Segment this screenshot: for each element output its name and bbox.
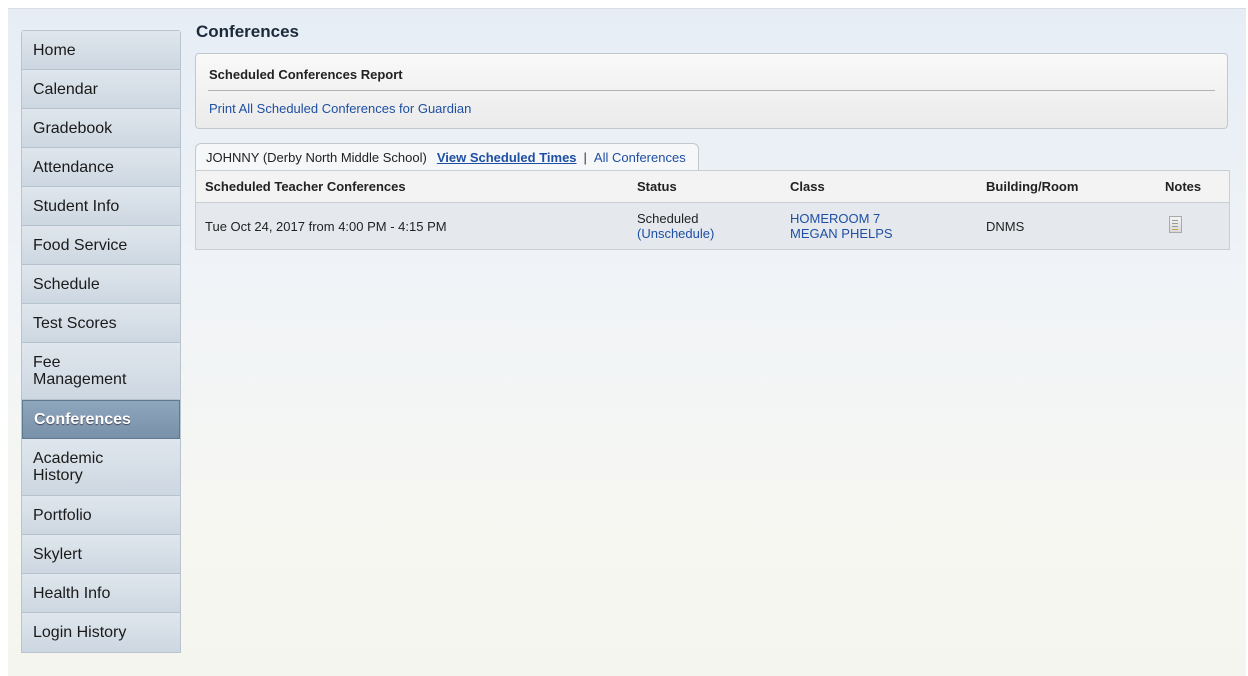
teacher-link[interactable]: MEGAN PHELPS bbox=[790, 226, 893, 241]
sidebar-item-student-info[interactable]: Student Info bbox=[22, 187, 180, 226]
sidebar-item-label: Schedule bbox=[33, 275, 100, 293]
column-header-class: Class bbox=[781, 170, 977, 203]
sidebar-item-label: Login History bbox=[33, 624, 127, 641]
student-tab-strip: JOHNNY (Derby North Middle School) View … bbox=[195, 143, 699, 171]
page-title: Conferences bbox=[196, 22, 299, 41]
report-divider bbox=[208, 90, 1215, 91]
conference-time: Tue Oct 24, 2017 from 4:00 PM - 4:15 PM bbox=[195, 202, 628, 250]
conference-status-cell: Scheduled (Unschedule) bbox=[628, 202, 781, 250]
student-name: JOHNNY (Derby North Middle School) bbox=[206, 150, 427, 165]
conference-class-cell: HOMEROOM 7 MEGAN PHELPS bbox=[781, 202, 977, 250]
sidebar-item-portfolio[interactable]: Portfolio bbox=[22, 496, 180, 535]
column-header-status: Status bbox=[628, 170, 781, 203]
conferences-table: Scheduled Teacher Conferences Status Cla… bbox=[195, 170, 1230, 250]
tab-separator: | bbox=[583, 150, 587, 165]
sidebar-item-home[interactable]: Home bbox=[22, 31, 180, 70]
sidebar-item-login-history[interactable]: Login History bbox=[22, 613, 180, 652]
tab-view-scheduled-times[interactable]: View Scheduled Times bbox=[437, 150, 577, 165]
sidebar-item-label: Health Info bbox=[33, 584, 111, 602]
sidebar-item-skylert[interactable]: Skylert bbox=[22, 535, 180, 574]
sidebar-item-calendar[interactable]: Calendar bbox=[22, 70, 180, 109]
sidebar-item-label: Gradebook bbox=[33, 119, 113, 137]
sidebar-item-academic-history[interactable]: Academic History bbox=[22, 439, 180, 496]
sidebar-nav: Home Calendar Gradebook Attendance Stude… bbox=[21, 30, 181, 653]
sidebar-item-fee-management[interactable]: Fee Management bbox=[22, 343, 180, 400]
table-header-row: Scheduled Teacher Conferences Status Cla… bbox=[195, 170, 1230, 203]
sidebar-item-label: Skylert bbox=[33, 545, 82, 563]
sidebar-item-health-info[interactable]: Health Info bbox=[22, 574, 180, 613]
tab-all-conferences[interactable]: All Conferences bbox=[594, 150, 686, 165]
notes-icon[interactable] bbox=[1169, 216, 1182, 233]
sidebar-item-label: Test Scores bbox=[33, 314, 117, 332]
sidebar-item-label: Attendance bbox=[33, 158, 114, 176]
sidebar-item-label: Student Info bbox=[33, 197, 120, 215]
sidebar-item-conferences[interactable]: Conferences bbox=[22, 400, 180, 439]
sidebar-item-label: Home bbox=[33, 41, 76, 59]
column-header-notes: Notes bbox=[1156, 170, 1230, 203]
print-all-conferences-link[interactable]: Print All Scheduled Conferences for Guar… bbox=[209, 101, 471, 116]
conference-room: DNMS bbox=[977, 202, 1156, 250]
unschedule-link[interactable]: (Unschedule) bbox=[637, 226, 714, 241]
table-row: Tue Oct 24, 2017 from 4:00 PM - 4:15 PM … bbox=[195, 202, 1230, 250]
sidebar-item-schedule[interactable]: Schedule bbox=[22, 265, 180, 304]
conference-notes-cell bbox=[1156, 202, 1230, 250]
class-link[interactable]: HOMEROOM 7 bbox=[790, 211, 880, 226]
sidebar-item-food-service[interactable]: Food Service bbox=[22, 226, 180, 265]
report-title: Scheduled Conferences Report bbox=[209, 67, 403, 82]
sidebar-item-label: Academic History bbox=[33, 450, 104, 484]
sidebar-item-attendance[interactable]: Attendance bbox=[22, 148, 180, 187]
sidebar-item-test-scores[interactable]: Test Scores bbox=[22, 304, 180, 343]
sidebar-item-label: Calendar bbox=[33, 80, 98, 98]
sidebar-item-label: Conferences bbox=[34, 411, 131, 428]
conference-status: Scheduled bbox=[637, 211, 699, 226]
sidebar-item-label: Fee Management bbox=[33, 354, 127, 388]
column-header-scheduled-teacher-conferences: Scheduled Teacher Conferences bbox=[195, 170, 628, 203]
column-header-building-room: Building/Room bbox=[977, 170, 1156, 203]
sidebar-item-label: Food Service bbox=[33, 236, 128, 254]
sidebar-item-label: Portfolio bbox=[33, 506, 92, 524]
sidebar-item-gradebook[interactable]: Gradebook bbox=[22, 109, 180, 148]
scheduled-conferences-report-panel: Scheduled Conferences Report Print All S… bbox=[195, 53, 1228, 129]
